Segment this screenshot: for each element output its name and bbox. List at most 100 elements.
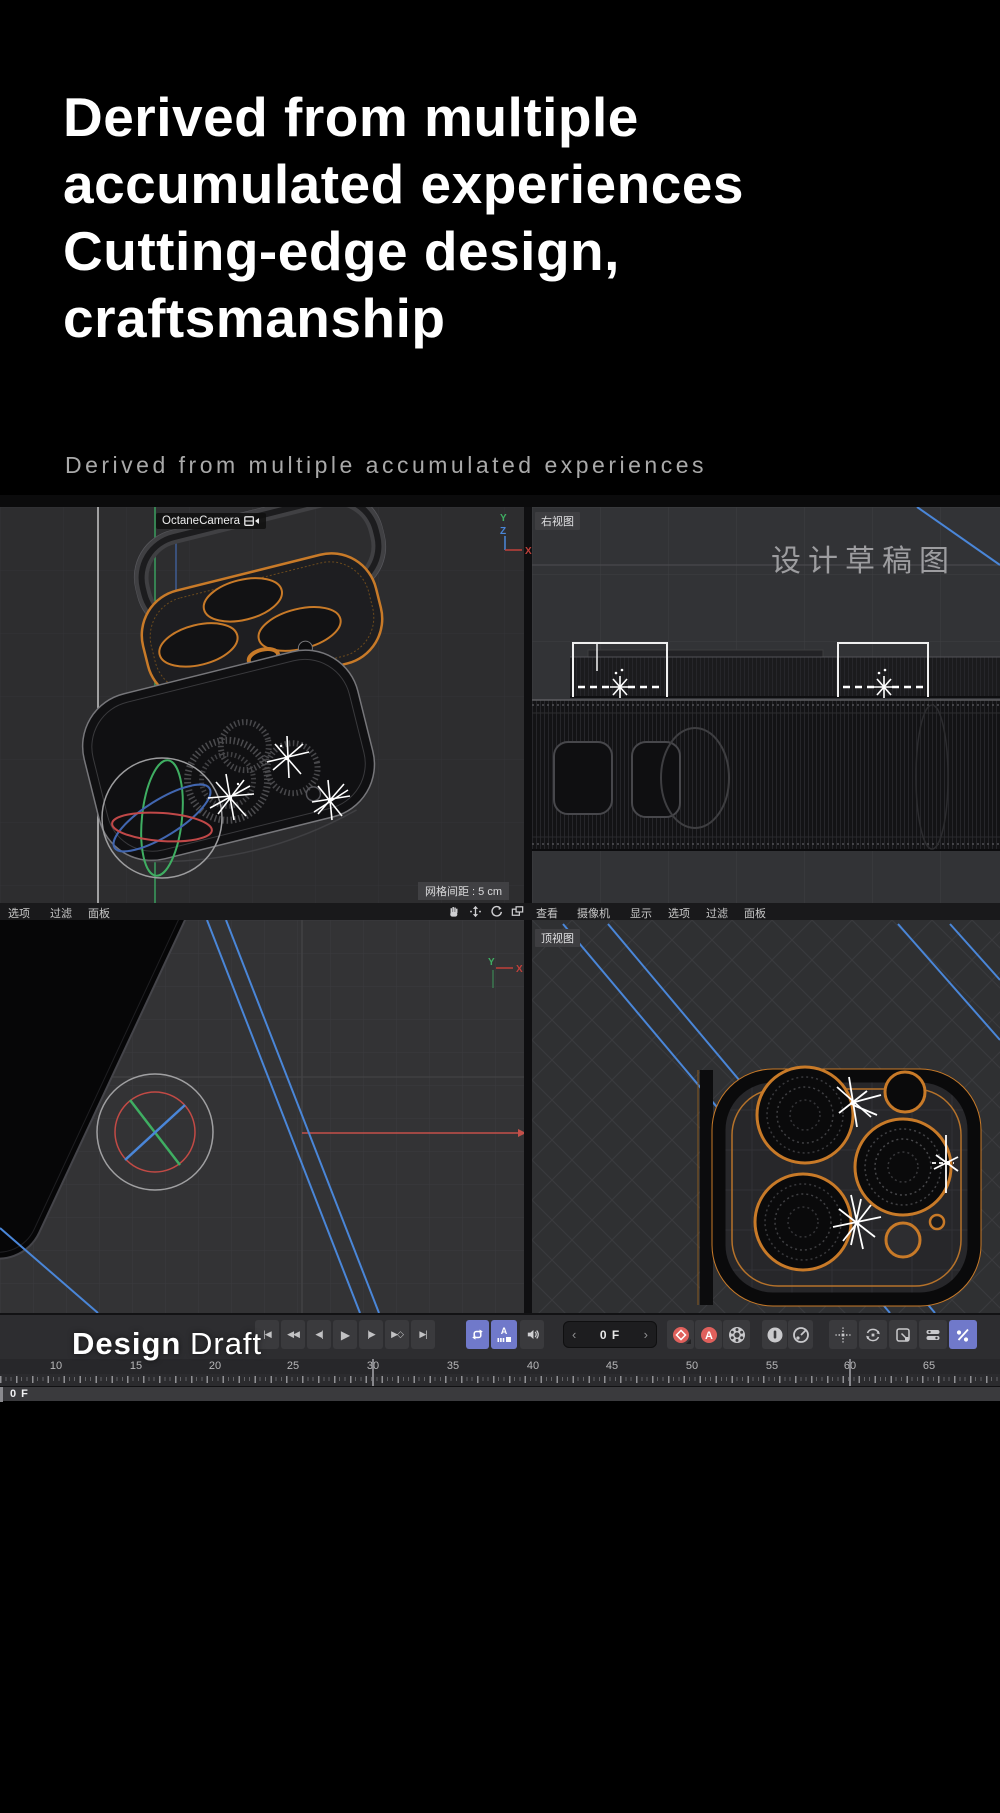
menu-panel[interactable]: 面板: [744, 905, 766, 921]
page-title-line: craftsmanship: [63, 285, 843, 352]
record-keyframe-icon: [671, 1325, 691, 1345]
sound-button[interactable]: [520, 1320, 544, 1349]
ruler-number: 25: [287, 1360, 299, 1372]
viewport-front-view[interactable]: [0, 920, 524, 1313]
rotation-icon: [864, 1326, 882, 1344]
frame-next-arrow[interactable]: ›: [644, 1328, 648, 1341]
scale-icon: [894, 1326, 912, 1344]
page: { "hero": { "heading_lines": ["Derived f…: [0, 0, 1000, 1813]
camera-lens: [755, 1174, 851, 1270]
timeline-slider[interactable]: 0 F: [0, 1386, 1000, 1401]
key-rotation-toggle[interactable]: [859, 1320, 887, 1349]
viewport-right-view[interactable]: 右视图 设计草稿图: [532, 507, 1000, 903]
previous-key-button[interactable]: ◀◀: [281, 1320, 305, 1349]
pan-hand-icon[interactable]: [447, 904, 462, 919]
frame-value: 0 F: [600, 1328, 620, 1342]
timeline-marker: [849, 1359, 851, 1386]
menu-camera[interactable]: 摄像机: [577, 905, 610, 921]
viewport-nav-icons: [447, 904, 525, 919]
axis-gizmo-yzx: Y Z X: [496, 510, 536, 558]
axis-gizmo-yx: Y X: [486, 952, 528, 990]
sensor-circle: [886, 1223, 920, 1257]
record-letter: A: [705, 1330, 713, 1342]
key-pla-toggle[interactable]: [949, 1320, 977, 1349]
mouse-icon: [766, 1326, 784, 1344]
camera-icon: [244, 516, 260, 526]
autokey-button[interactable]: A: [491, 1320, 517, 1349]
design-draft-overlay: Design Draft: [72, 1326, 262, 1362]
autokey-record-button[interactable]: A: [695, 1320, 722, 1349]
menu-options-left[interactable]: 选项: [8, 905, 30, 921]
mic-circle: [930, 1215, 944, 1229]
ruler-number: 45: [606, 1360, 618, 1372]
position-icon: [834, 1326, 852, 1344]
rotate-view-icon[interactable]: [489, 904, 504, 919]
design-word: Design: [72, 1326, 181, 1361]
key-scale-toggle[interactable]: [889, 1320, 917, 1349]
axis-z-label: Z: [500, 526, 506, 537]
autokey-letter: A: [501, 1327, 508, 1336]
autokey-bars-icon: [497, 1336, 512, 1342]
key-parameter-toggle[interactable]: [919, 1320, 947, 1349]
viewport-top-view[interactable]: 顶视图: [532, 920, 1000, 1313]
ruler-number: 35: [447, 1360, 459, 1372]
viewport-perspective[interactable]: OctaneCamera: [0, 507, 524, 903]
axis-y-label: Y: [500, 513, 507, 524]
phone-side-profile: [532, 650, 1000, 850]
flash-circle: [885, 1072, 925, 1112]
ruler-number: 50: [686, 1360, 698, 1372]
page-title-line: accumulated experiences: [63, 151, 843, 218]
perspective-canvas[interactable]: [0, 507, 524, 903]
rotate-gizmo[interactable]: [97, 1074, 213, 1190]
camera-module: [698, 1067, 980, 1305]
ruler-number: 65: [923, 1360, 935, 1372]
toggle-view-icon[interactable]: [510, 904, 525, 919]
axis-x-label: X: [525, 546, 532, 557]
frame-prev-arrow[interactable]: ‹: [572, 1328, 576, 1341]
ruler-number: 40: [527, 1360, 539, 1372]
menu-options[interactable]: 选项: [668, 905, 690, 921]
ruler-number: 55: [766, 1360, 778, 1372]
loop-icon: [470, 1327, 485, 1342]
autokey-glyph: A: [497, 1327, 512, 1342]
grid-spacing-label-5cm: 网格间距 : 5 cm: [418, 882, 509, 900]
menu-filter-left[interactable]: 过滤: [50, 905, 72, 921]
viewport-divider[interactable]: [524, 507, 532, 903]
timeline-marker: [372, 1359, 374, 1386]
record-keyframe-button[interactable]: [667, 1320, 694, 1349]
workspace-top-strip: [0, 495, 1000, 507]
page-title-line: Cutting-edge design,: [63, 218, 843, 285]
menu-panel-left[interactable]: 面板: [88, 905, 110, 921]
axis-y-label: Y: [488, 957, 495, 968]
zoom-updown-icon[interactable]: [468, 904, 483, 919]
record-position-button[interactable]: [762, 1320, 787, 1349]
viewport-menubar: 选项 过滤 面板 查看 摄像机 显示 选项 过滤 面板: [0, 903, 1000, 920]
camera-label[interactable]: OctaneCamera: [156, 513, 266, 529]
frame-field[interactable]: ‹ 0 F ›: [563, 1321, 657, 1348]
keyframe-selection-button[interactable]: [723, 1320, 750, 1349]
previous-frame-button[interactable]: ◀|: [307, 1320, 331, 1349]
ruler-number: 10: [50, 1360, 62, 1372]
record-parameter-button[interactable]: [788, 1320, 813, 1349]
next-key-button[interactable]: ▶◇: [385, 1320, 409, 1349]
jump-to-end-button[interactable]: ▶|: [411, 1320, 435, 1349]
page-title-line: Derived from multiple: [63, 84, 843, 151]
view-label-right[interactable]: 右视图: [535, 512, 580, 530]
menu-filter[interactable]: 过滤: [706, 905, 728, 921]
front-view-canvas[interactable]: [0, 920, 524, 1313]
axis-x-label: X: [516, 964, 523, 975]
camera-label-text: OctaneCamera: [162, 515, 240, 527]
key-position-toggle[interactable]: [829, 1320, 857, 1349]
menu-display[interactable]: 显示: [630, 905, 652, 921]
speaker-icon: [525, 1327, 540, 1342]
draft-word: Draft: [190, 1326, 262, 1361]
top-view-canvas[interactable]: [532, 920, 1000, 1313]
view-label-top[interactable]: 顶视图: [535, 929, 580, 947]
sketch-watermark: 设计草稿图: [771, 536, 956, 580]
next-frame-button[interactable]: |▶: [359, 1320, 383, 1349]
menu-view[interactable]: 查看: [536, 905, 558, 921]
play-button[interactable]: ▶: [333, 1320, 357, 1349]
page-title: Derived from multiple accumulated experi…: [63, 84, 843, 352]
slider-nub[interactable]: [0, 1387, 3, 1402]
loop-playback-button[interactable]: [466, 1320, 489, 1349]
